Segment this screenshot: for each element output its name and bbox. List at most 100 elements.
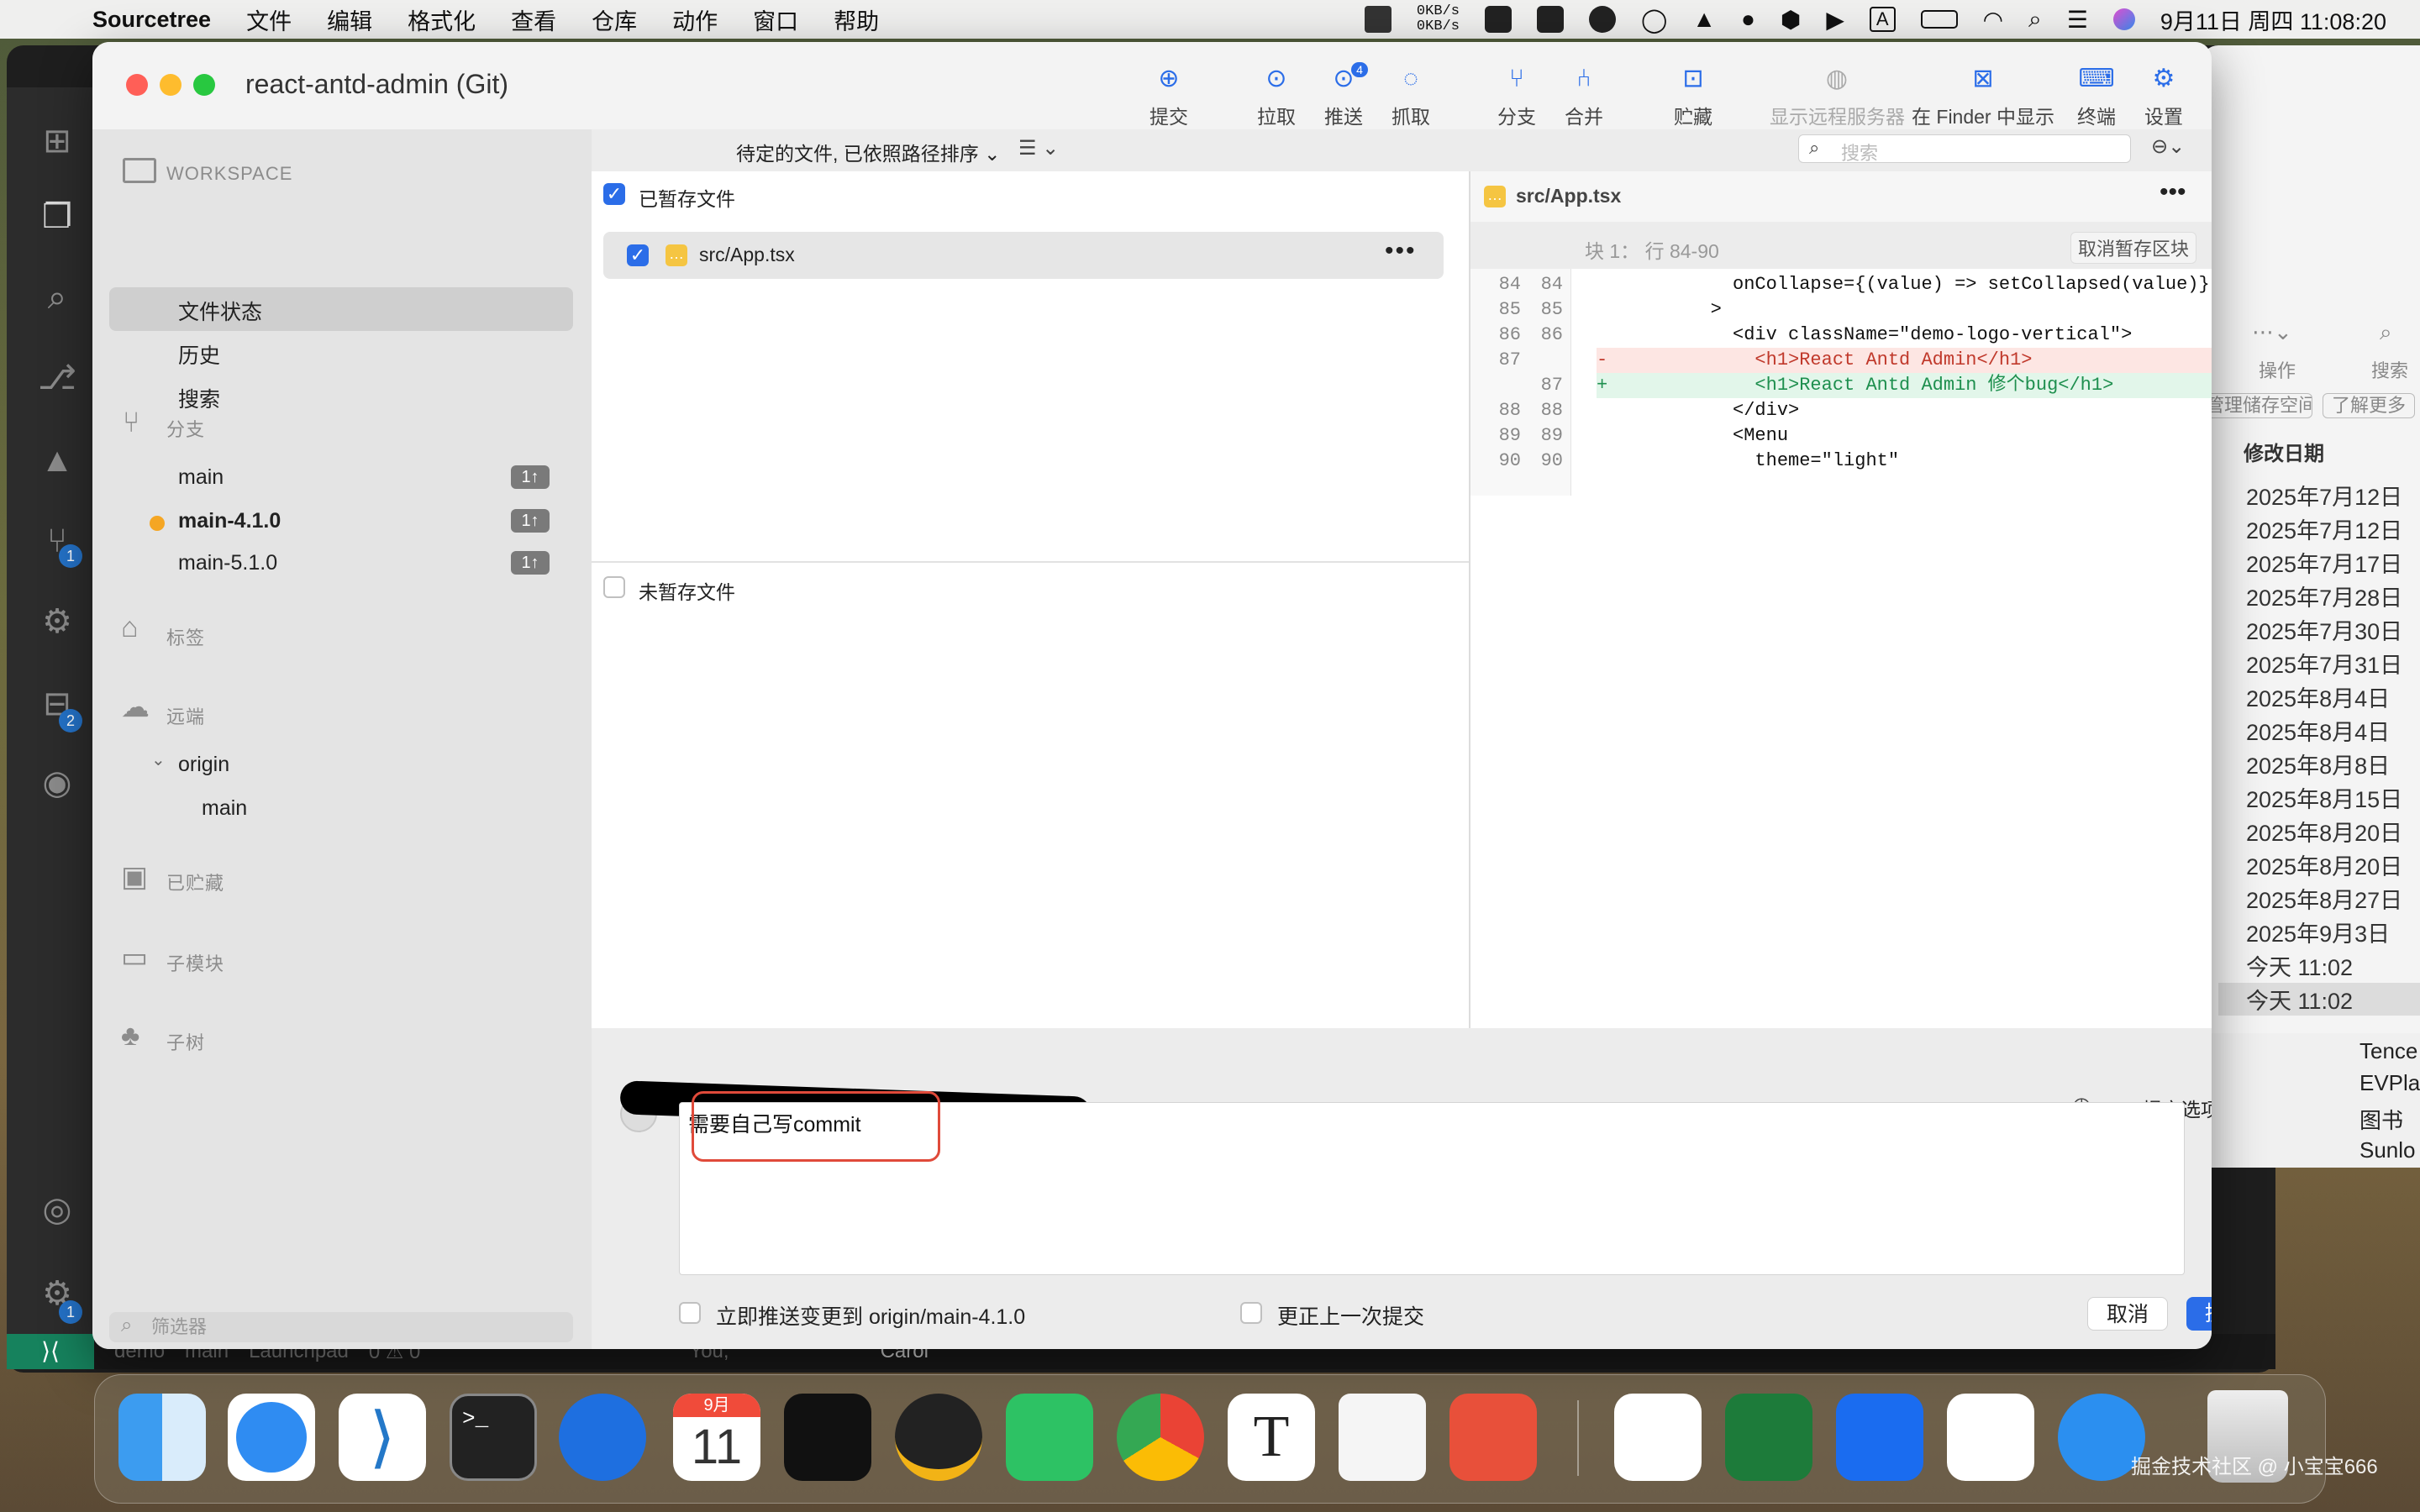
qq-dock-icon[interactable] bbox=[895, 1394, 982, 1481]
gitlens-icon[interactable]: ◉ bbox=[37, 763, 77, 803]
unstaged-all-checkbox[interactable] bbox=[603, 576, 625, 598]
menu-format[interactable]: 格式化 bbox=[408, 3, 476, 36]
merge-toolbar-button[interactable]: ⑃ 合并 bbox=[1538, 62, 1630, 129]
angular-icon[interactable]: ▲ bbox=[37, 440, 77, 480]
source-control-icon[interactable]: ⎇ bbox=[37, 358, 77, 398]
control-center-icon[interactable]: ☰ bbox=[2067, 6, 2088, 34]
menu-app-name[interactable]: Sourcetree bbox=[92, 7, 211, 33]
sidebar-item-search[interactable]: 搜索 bbox=[178, 383, 220, 413]
typora-dock-icon[interactable]: T bbox=[1228, 1394, 1315, 1481]
staged-all-checkbox[interactable]: ✓ bbox=[603, 183, 625, 205]
zoom-window-button[interactable] bbox=[193, 74, 215, 96]
wechat-dock-icon[interactable] bbox=[1006, 1394, 1093, 1481]
wechat-tray-icon[interactable]: ● bbox=[1741, 6, 1755, 33]
app-tray-icon[interactable] bbox=[1484, 6, 1512, 33]
staged-file-checkbox[interactable]: ✓ bbox=[627, 244, 649, 266]
commit-message-input[interactable]: 需要自己写commit bbox=[679, 1091, 2185, 1275]
list-view-icon[interactable]: ☰ ⌄ bbox=[1018, 136, 1059, 160]
menu-actions[interactable]: 动作 bbox=[672, 3, 718, 36]
branch-item-main-4-1-0[interactable]: main-4.1.0 bbox=[178, 509, 281, 533]
finder-search-icon[interactable]: ⌕ bbox=[2380, 319, 2392, 346]
finder-date-row[interactable]: 今天 11:02 bbox=[2218, 983, 2420, 1016]
evernote-tray-icon[interactable] bbox=[1588, 6, 1616, 33]
xmind-dock-icon[interactable] bbox=[1449, 1394, 1537, 1481]
staged-file-row[interactable]: ✓ … src/App.tsx ••• bbox=[603, 232, 1444, 279]
submodules-header[interactable]: 子模块 bbox=[166, 949, 224, 976]
settings-toolbar-button[interactable]: ⚙ 设置 bbox=[2118, 62, 2210, 129]
safari-dock-icon[interactable] bbox=[228, 1394, 315, 1481]
play-circle-icon[interactable]: ▶ bbox=[1826, 6, 1844, 34]
stashes-header[interactable]: 已贮藏 bbox=[166, 869, 224, 895]
fetch-toolbar-button[interactable]: ◌ 抓取 bbox=[1365, 62, 1457, 129]
shield-tray-icon[interactable]: ⬢ bbox=[1781, 6, 1801, 34]
cube-app-dock-icon[interactable] bbox=[784, 1394, 871, 1481]
location-dock-icon[interactable] bbox=[559, 1394, 646, 1481]
input-method-icon[interactable]: A bbox=[1869, 7, 1896, 32]
finder-sidebar-item[interactable]: EVPlay bbox=[2360, 1070, 2420, 1096]
menu-view[interactable]: 查看 bbox=[511, 3, 556, 36]
remote-item-origin[interactable]: origin bbox=[178, 753, 229, 777]
accounts-panel-icon[interactable]: ⊞ bbox=[37, 121, 77, 161]
minimize-window-button[interactable] bbox=[160, 74, 182, 96]
vscode-dock-icon[interactable]: ⟩ bbox=[339, 1394, 426, 1481]
finder-date-row[interactable]: 今天 11:02 bbox=[2246, 949, 2353, 982]
stash-toolbar-button[interactable]: ⊡ 贮藏 bbox=[1647, 62, 1739, 129]
branch-item-main[interactable]: main bbox=[178, 465, 224, 490]
evernote-dock-icon[interactable] bbox=[1725, 1394, 1812, 1481]
cat-icon[interactable] bbox=[1364, 6, 1392, 33]
wifi-icon[interactable]: ◠ bbox=[1983, 6, 2003, 34]
learn-more-button[interactable]: 了解更多 bbox=[2323, 393, 2415, 418]
evplayer-dock-icon[interactable] bbox=[1947, 1394, 2034, 1481]
finder-date-row[interactable]: 2025年8月20日 bbox=[2246, 815, 2402, 848]
menu-help[interactable]: 帮助 bbox=[834, 3, 879, 36]
disclosure-chevron-icon[interactable]: ⌄ bbox=[151, 749, 166, 770]
finder-date-row[interactable]: 2025年7月12日 bbox=[2246, 512, 2402, 545]
finder-date-row[interactable]: 2025年7月12日 bbox=[2246, 479, 2402, 512]
branch-item-main-5-1-0[interactable]: main-5.1.0 bbox=[178, 551, 277, 575]
siri-icon[interactable] bbox=[2112, 8, 2135, 30]
chrome-dock-icon[interactable] bbox=[1117, 1394, 1204, 1481]
branches-header[interactable]: 分支 bbox=[166, 415, 205, 442]
finder-dock-icon[interactable] bbox=[118, 1394, 206, 1481]
explorer-icon[interactable]: ❐ bbox=[37, 197, 77, 237]
terminal-dock-icon[interactable]: >_ bbox=[450, 1394, 537, 1481]
commit-toolbar-button[interactable]: ⊕ 提交 bbox=[1123, 62, 1215, 129]
tags-header[interactable]: 标签 bbox=[166, 623, 205, 650]
remote-indicator-icon[interactable]: ⟩⟨ bbox=[7, 1334, 94, 1369]
menu-file[interactable]: 文件 bbox=[246, 3, 292, 36]
search-icon[interactable]: ⌕ bbox=[2028, 6, 2042, 34]
sort-dropdown[interactable]: 待定的文件, 已依照路径排序 ⌄ bbox=[736, 138, 1000, 166]
bell-icon[interactable]: ▲ bbox=[1692, 6, 1716, 33]
finder-date-row[interactable]: 2025年7月31日 bbox=[2246, 647, 2402, 680]
finder-date-row[interactable]: 2025年8月20日 bbox=[2246, 848, 2402, 881]
finder-sidebar-item[interactable]: Sunlo bbox=[2360, 1137, 2416, 1163]
remotes-header[interactable]: 远端 bbox=[166, 702, 205, 729]
dingtalk-dock-icon[interactable] bbox=[1614, 1394, 1702, 1481]
diff-more-icon[interactable]: ••• bbox=[2160, 178, 2186, 207]
push-immediately-checkbox[interactable] bbox=[679, 1302, 701, 1324]
pane-divider[interactable] bbox=[592, 561, 1469, 563]
finder-sidebar-item[interactable]: 图书 bbox=[2360, 1104, 2403, 1135]
search-icon[interactable]: ⌕ bbox=[37, 277, 77, 318]
debug-icon[interactable]: ⚙ bbox=[37, 601, 77, 642]
subtrees-header[interactable]: 子树 bbox=[166, 1028, 205, 1055]
finder-actions-icon[interactable]: ⋯⌄ bbox=[2252, 319, 2292, 345]
clock[interactable]: 9月11日 周四 11:08:20 bbox=[2160, 3, 2386, 36]
finder-date-row[interactable]: 2025年8月15日 bbox=[2246, 781, 2402, 814]
finder-date-row[interactable]: 2025年8月4日 bbox=[2246, 714, 2390, 747]
remote-branch-main[interactable]: main bbox=[202, 796, 247, 821]
show-in-finder-toolbar-button[interactable]: ⊠ 在 Finder 中显示 bbox=[1907, 62, 2059, 129]
sidebar-item-file-status[interactable]: 文件状态 bbox=[178, 296, 262, 326]
finder-date-row[interactable]: 2025年7月28日 bbox=[2246, 580, 2402, 612]
more-options-icon[interactable]: ⊖⌄ bbox=[2151, 134, 2185, 159]
chat-tray-icon[interactable]: ◯ bbox=[1641, 6, 1667, 34]
menu-edit[interactable]: 编辑 bbox=[327, 3, 372, 36]
show-remote-toolbar-button[interactable]: ◍ 显示远程服务器 bbox=[1770, 62, 1905, 129]
textedit-dock-icon[interactable] bbox=[1339, 1394, 1426, 1481]
unstage-hunk-button[interactable]: 取消暂存区块 bbox=[2070, 232, 2197, 264]
finder-date-row[interactable]: 2025年8月8日 bbox=[2246, 748, 2390, 780]
menu-repository[interactable]: 仓库 bbox=[592, 3, 637, 36]
commit-button[interactable]: 提交 bbox=[2186, 1297, 2212, 1331]
amend-checkbox[interactable] bbox=[1240, 1302, 1262, 1324]
finder-date-row[interactable]: 2025年8月27日 bbox=[2246, 882, 2402, 915]
